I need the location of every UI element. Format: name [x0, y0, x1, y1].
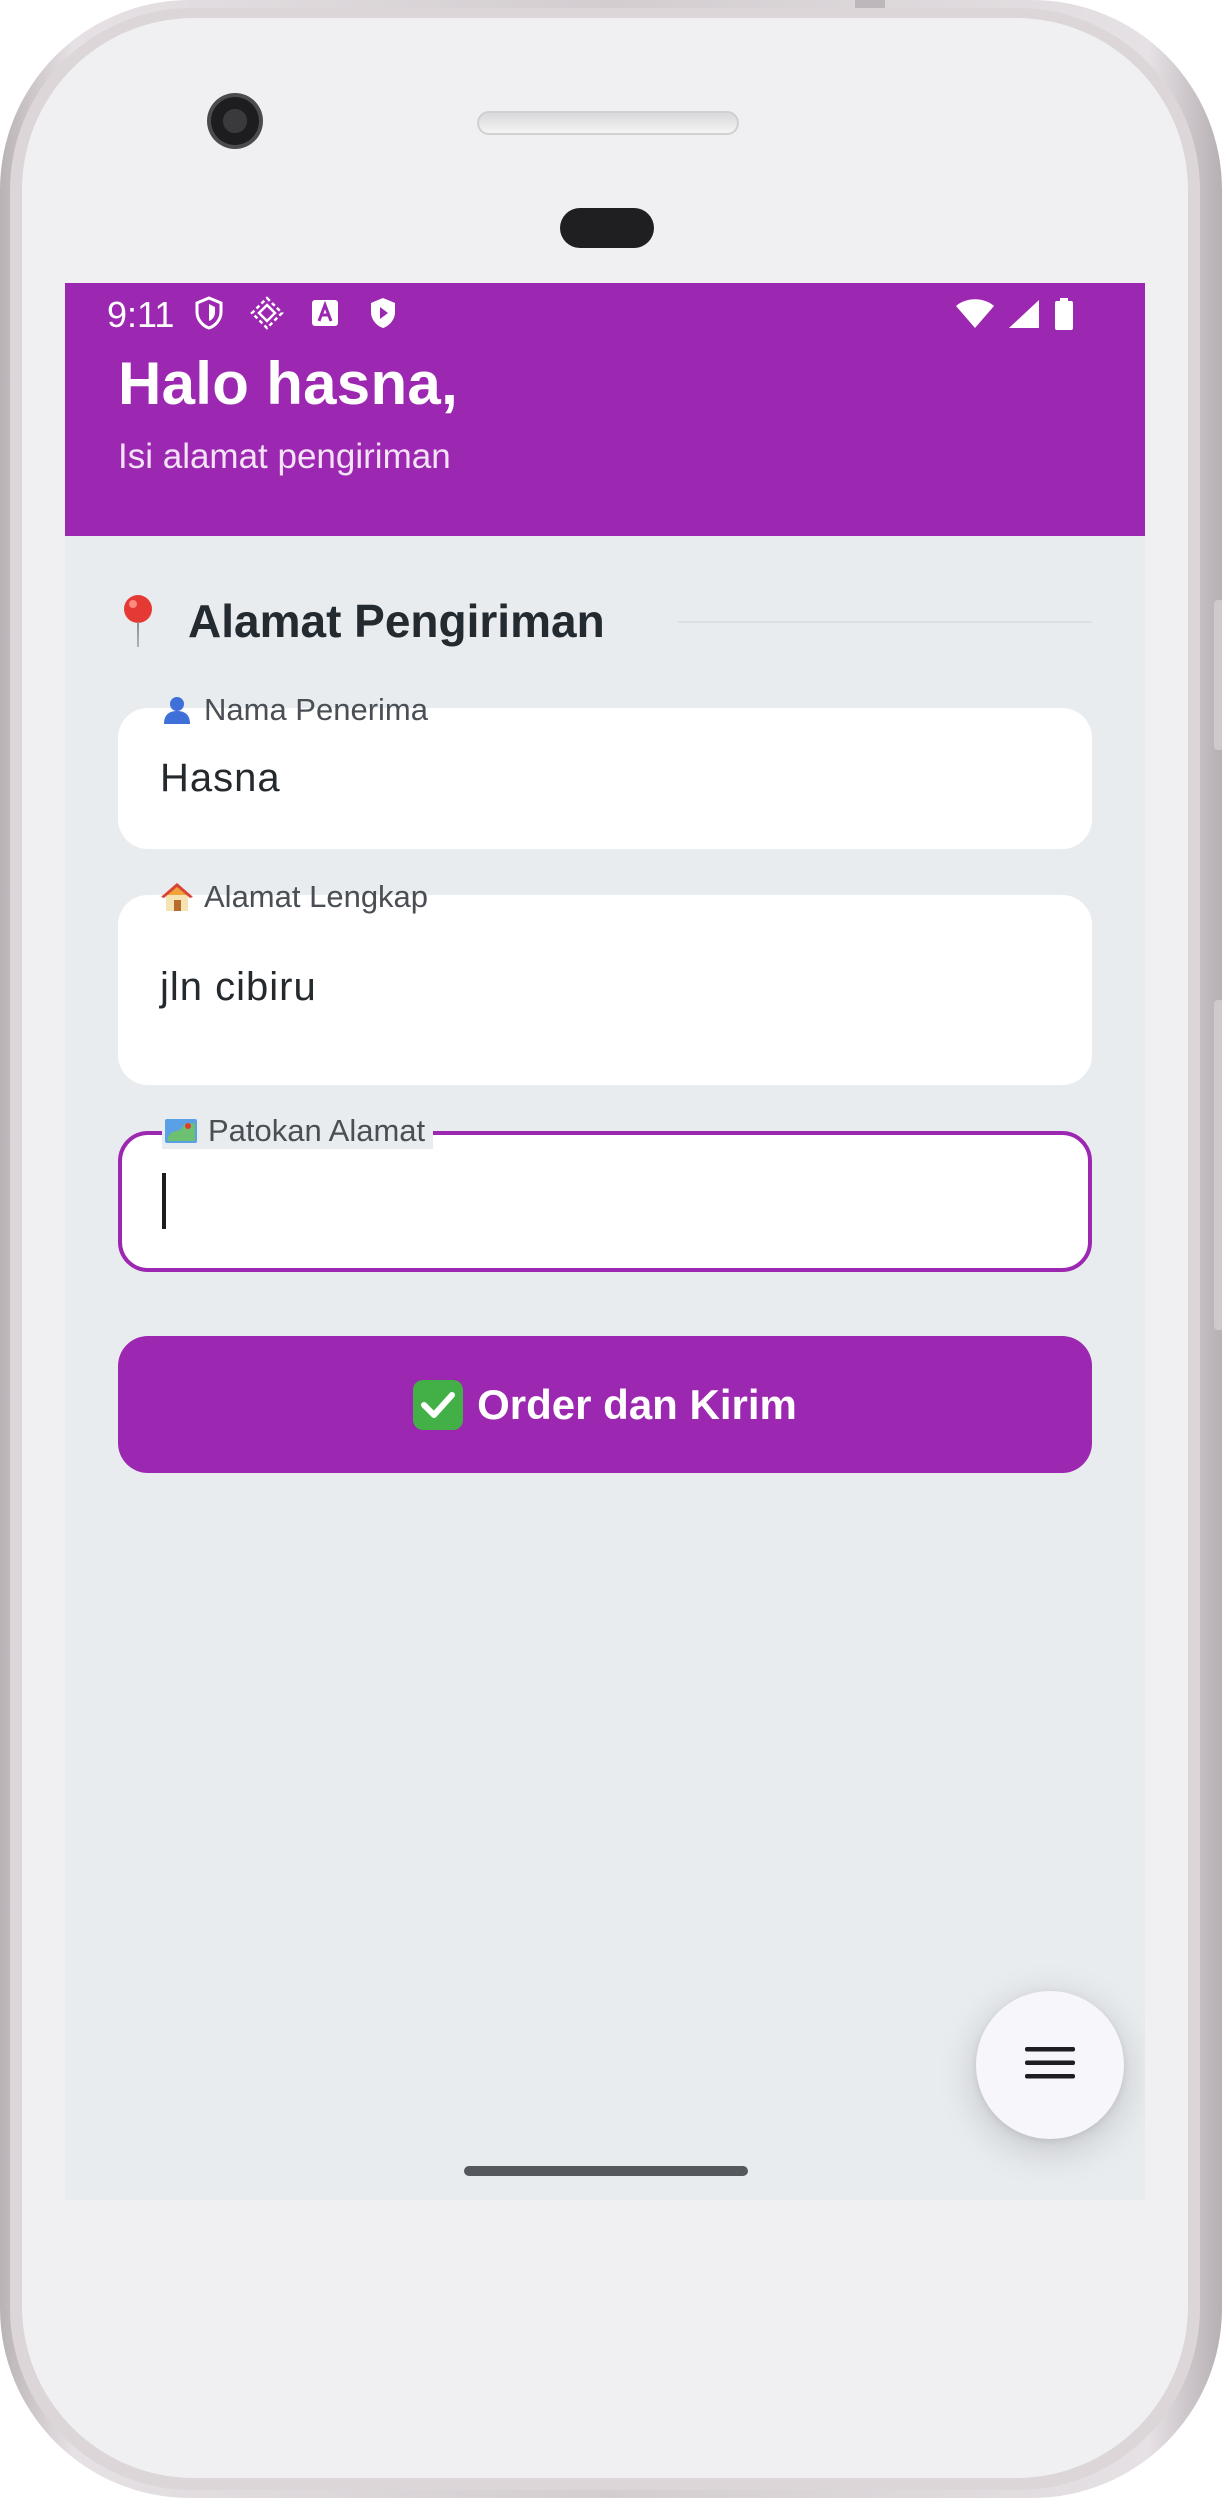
shield-play-icon [365, 295, 401, 331]
section-title: Alamat Pengiriman [188, 595, 605, 647]
text-cursor [162, 1173, 166, 1229]
landmark-field[interactable]: Patokan Alamat [118, 1113, 1092, 1272]
landmark-label-text: Patokan Alamat [208, 1113, 426, 1148]
status-time: 9:11 [107, 294, 175, 335]
phone-frame: 9:11 Halo hasna, Isi alamat pengiriman A… [0, 0, 1222, 2498]
shield-outline-icon [191, 295, 227, 331]
house-icon [160, 881, 194, 913]
proximity-sensor [560, 208, 654, 248]
order-and-send-button[interactable]: Order dan Kirim [118, 1336, 1092, 1473]
order-button-label: Order dan Kirim [477, 1380, 797, 1428]
menu-icon [1025, 2045, 1075, 2086]
full-address-label-text: Alamat Lengkap [204, 879, 429, 914]
wifi-icon [955, 298, 995, 335]
app-header: 9:11 Halo hasna, Isi alamat pengiriman [65, 283, 1145, 536]
landmark-label: Patokan Alamat [162, 1113, 434, 1149]
full-address-value: jln cibiru [160, 965, 317, 1009]
recipient-name-field[interactable]: Nama Penerima Hasna [118, 692, 1092, 849]
check-icon [413, 1379, 464, 1430]
status-bar: 9:11 [65, 283, 1145, 347]
status-icons-left [191, 295, 401, 331]
recipient-name-label-text: Nama Penerima [204, 692, 428, 727]
person-icon [160, 694, 194, 726]
earpiece-speaker [477, 111, 739, 135]
page-subtitle: Isi alamat pengiriman [118, 437, 451, 476]
full-address-field[interactable]: Alamat Lengkap jln cibiru [118, 879, 1092, 1085]
map-icon [164, 1115, 198, 1147]
app-screen: 9:11 Halo hasna, Isi alamat pengiriman A… [65, 283, 1145, 2200]
battery-icon [1053, 297, 1075, 336]
recipient-name-value: Hasna [160, 756, 281, 800]
status-icons-right [955, 297, 1075, 336]
recipient-name-label: Nama Penerima [158, 692, 436, 728]
volume-button [1214, 600, 1222, 750]
page-title: Halo hasna, [118, 350, 459, 417]
full-address-label: Alamat Lengkap [158, 879, 436, 915]
section-header: Alamat Pengiriman [118, 591, 1092, 651]
section-divider [678, 621, 1092, 623]
front-camera [207, 93, 263, 149]
data-saver-icon [249, 295, 285, 331]
power-button [1214, 1000, 1222, 1330]
menu-fab[interactable] [976, 1991, 1124, 2139]
home-indicator[interactable] [464, 2166, 748, 2176]
cell-signal-icon [1007, 298, 1041, 335]
pin-icon [118, 593, 158, 649]
font-a-icon [307, 295, 343, 331]
